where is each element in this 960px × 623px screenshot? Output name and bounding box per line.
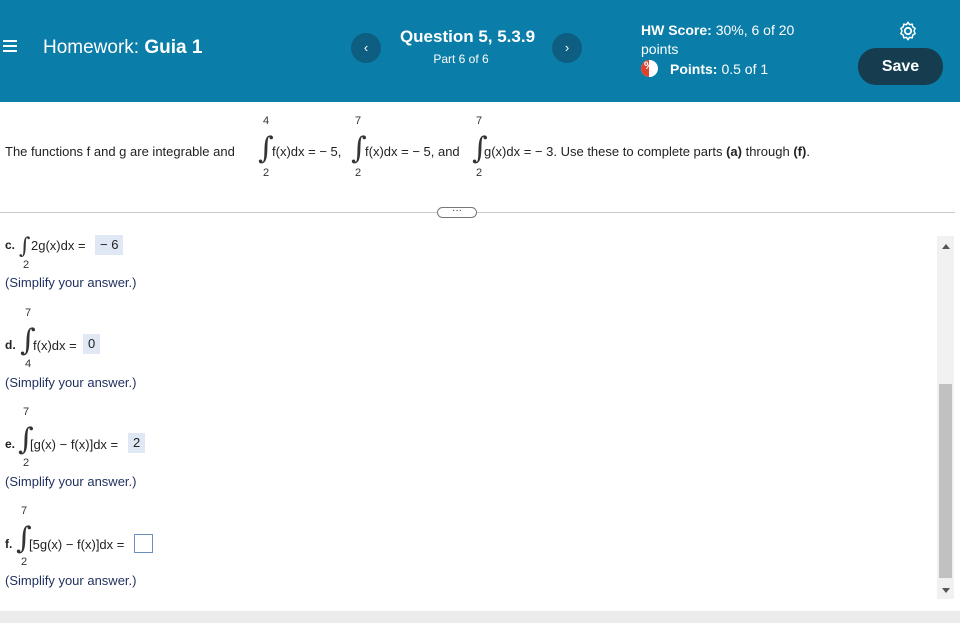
int3-text: g(x)dx = − 3. Use these to complete part…: [484, 144, 723, 159]
previous-question-button[interactable]: ‹: [351, 33, 381, 63]
scroll-up-icon[interactable]: [942, 244, 950, 249]
scroll-down-icon[interactable]: [942, 588, 950, 593]
part-c-lower: 2: [23, 259, 30, 271]
part-f-upper: 7: [21, 505, 28, 517]
part-e-hint: (Simplify your answer.): [5, 474, 137, 489]
homework-prefix: Homework:: [43, 37, 140, 58]
int2-upper: 7: [355, 115, 362, 127]
int2-body: f(x)dx = − 5, and: [365, 144, 460, 159]
chevron-left-icon: ‹: [363, 40, 369, 55]
period-text: .: [806, 144, 810, 159]
part-f-label: f.: [5, 537, 13, 551]
part-d-hint: (Simplify your answer.): [5, 375, 137, 390]
part-f-answer-input[interactable]: [134, 534, 153, 553]
part-f-body: [5g(x) − f(x)]dx =: [29, 537, 125, 552]
hw-score-label: HW Score:: [641, 22, 712, 38]
int3-body: g(x)dx = − 3. Use these to complete part…: [484, 144, 810, 159]
integral-sign-icon: ∫: [19, 234, 31, 259]
homework-name: Guia 1: [144, 37, 203, 58]
hamburger-menu-icon[interactable]: [3, 40, 17, 52]
homework-title: Homework: Guia 1: [43, 37, 202, 59]
part-c-label: c.: [5, 238, 16, 252]
question-part: Part 6 of 6: [433, 52, 489, 66]
question-title: Question 5, 5.3.9: [399, 27, 536, 46]
statement-intro: The functions f and g are integrable and: [5, 144, 235, 159]
part-f-lower: 2: [21, 556, 28, 568]
int1-body: f(x)dx = − 5,: [272, 144, 342, 159]
through-text: through: [745, 144, 790, 159]
part-a-ref: (a): [726, 144, 742, 159]
section-divider: [0, 212, 955, 213]
gear-icon[interactable]: [897, 20, 919, 42]
part-f-hint: (Simplify your answer.): [5, 573, 137, 588]
points-value: 0.5 of 1: [721, 60, 769, 77]
partial-credit-icon: [641, 60, 658, 77]
expand-ellipsis-button[interactable]: ···: [437, 206, 477, 218]
int1-upper: 4: [263, 115, 270, 127]
part-d-answer[interactable]: 0: [83, 334, 101, 354]
part-c-answer[interactable]: − 6: [95, 235, 124, 255]
chevron-right-icon: ›: [564, 40, 570, 55]
int3-lower: 2: [476, 167, 483, 179]
int1-lower: 2: [263, 167, 270, 179]
save-button[interactable]: Save: [858, 48, 943, 85]
part-e-label: e.: [5, 437, 16, 451]
top-header: Homework: Guia 1 ‹ Question 5, 5.3.9 Par…: [0, 0, 960, 102]
part-d-label: d.: [5, 338, 16, 352]
vertical-scrollbar[interactable]: [937, 236, 954, 599]
part-e-upper: 7: [23, 406, 30, 418]
part-d-upper: 7: [25, 307, 32, 319]
scrollbar-thumb[interactable]: [939, 384, 952, 578]
part-f-ref: (f): [793, 144, 807, 159]
int2-lower: 2: [355, 167, 362, 179]
part-e-answer[interactable]: 2: [128, 433, 146, 453]
part-d-body: f(x)dx =: [33, 338, 77, 353]
points-label: Points:: [670, 60, 718, 77]
part-d-lower: 4: [25, 358, 32, 370]
points-row: Points: 0.5 of 1: [641, 60, 768, 77]
part-c-body: 2g(x)dx =: [31, 238, 86, 253]
hw-score: HW Score: 30%, 6 of 20 points: [641, 21, 831, 59]
footer-bar: [0, 611, 960, 623]
part-e-lower: 2: [23, 457, 30, 469]
part-c-hint: (Simplify your answer.): [5, 275, 137, 290]
part-e-body: [g(x) − f(x)]dx =: [30, 437, 119, 452]
int3-upper: 7: [476, 115, 483, 127]
next-question-button[interactable]: ›: [552, 33, 582, 63]
